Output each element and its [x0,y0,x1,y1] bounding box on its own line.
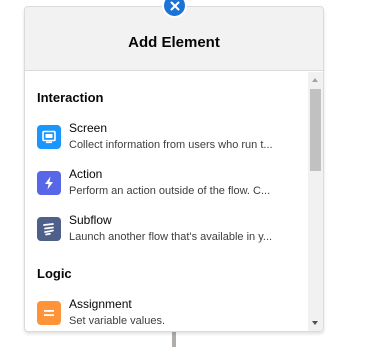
element-item-subflow[interactable]: Subflow Launch another flow that's avail… [25,213,307,253]
element-description: Set variable values. [69,315,165,327]
section-title-logic: Logic [37,266,72,281]
flow-canvas: Add Element Interaction Screen Collect i… [0,0,367,347]
element-description: Launch another flow that's available in … [69,231,273,243]
subflow-icon [37,217,61,241]
screen-icon [37,125,61,149]
element-name: Screen [69,121,108,135]
element-name: Action [69,167,103,181]
element-item-assignment[interactable]: Assignment Set variable values. [25,297,307,331]
assignment-icon [37,301,61,325]
element-item-screen[interactable]: Screen Collect information from users wh… [25,121,307,161]
element-name: Subflow [69,213,112,227]
add-element-panel: Add Element Interaction Screen Collect i… [24,6,324,332]
section-title-interaction: Interaction [37,90,104,105]
close-icon [170,1,179,10]
element-item-action[interactable]: Action Perform an action outside of the … [25,167,307,207]
scroll-down-arrow-icon[interactable] [312,321,318,325]
lightning-bolt-icon [37,171,61,195]
element-description: Collect information from users who run t… [69,139,273,151]
list-scrollbar[interactable] [308,72,323,331]
scroll-up-arrow-icon[interactable] [312,78,318,82]
scrollbar-thumb[interactable] [310,89,321,171]
element-description: Perform an action outside of the flow. C… [69,185,271,197]
element-name: Assignment [69,297,132,311]
panel-title: Add Element [128,34,220,51]
element-list: Interaction Screen Collect information f… [25,72,307,331]
